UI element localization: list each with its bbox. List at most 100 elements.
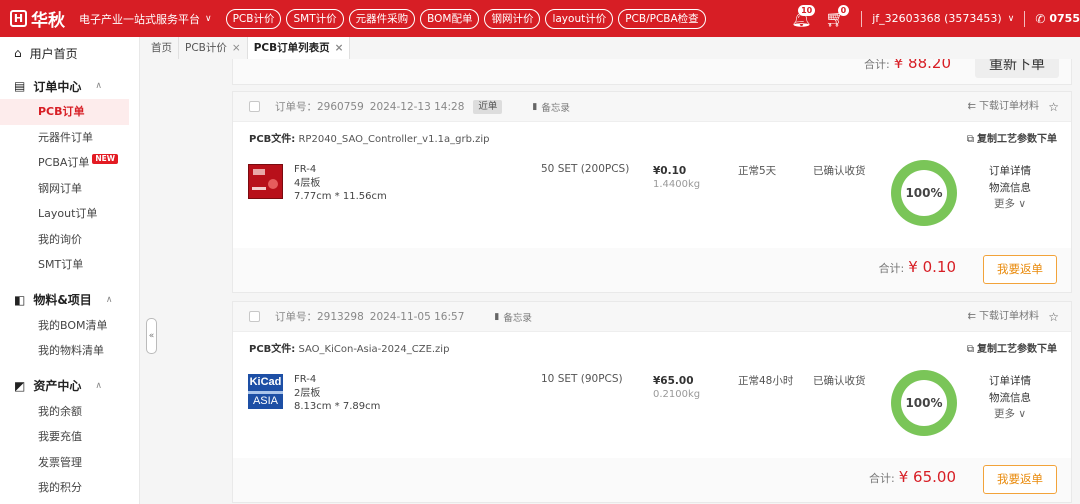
sidebar-item-pcba-orders[interactable]: PCBA订单 NEW [0,150,139,176]
copy-params-button[interactable]: ⧉ 复制工艺参数下单 [967,338,1057,362]
sidebar-item-my-points[interactable]: 我的积分 [0,475,139,501]
sidebar-item-my-balance[interactable]: 我的余额 [0,399,139,425]
pcb-thumbnail[interactable] [248,164,283,199]
order-detail-row: FR-4 4层板 7.77cm * 11.56cm 50 SET (200PCS… [233,152,1071,234]
favorite-star-icon[interactable]: ☆ [1048,92,1059,122]
memo-button[interactable]: ▮ 备忘录 [532,100,569,114]
reorder-button[interactable]: 我要返单 [983,465,1057,494]
more-dropdown[interactable]: 更多 ∨ [989,406,1031,423]
order-total: 合计: ¥ 65.00 [869,468,956,486]
favorite-star-icon[interactable]: ☆ [1048,302,1059,332]
platform-menu[interactable]: 电子产业一站式服务平台 ∨ [79,11,212,27]
tab-home[interactable]: 首页 [145,37,179,59]
order-status: 已确认收货 [813,165,866,177]
order-date: 2024-12-13 14:28 [369,100,465,113]
sidebar-item-layout-orders[interactable]: Layout订单 [0,201,139,227]
cart-count-badge: 0 [837,4,850,16]
sidebar-group-label: 资产中心 [33,379,82,393]
material: FR-4 [294,374,317,385]
tab-pcb-quote[interactable]: PCB计价 × [179,37,248,59]
logo-icon: H [10,10,27,27]
copy-label: 复制工艺参数下单 [977,344,1057,355]
chevron-up-icon: ∧ [95,380,102,391]
sidebar-item-home[interactable]: ⌂ 用户首页 [0,39,139,67]
order-actions: 订单详情 物流信息 更多 ∨ [989,163,1031,213]
cart-button[interactable]: 🛒︎ 0 [825,4,850,29]
file-name[interactable]: SAO_KiCon-Asia-2024_CZE.zip [298,344,449,355]
order-number: 订单号：2960759 [275,101,364,113]
material: FR-4 [294,164,317,175]
close-icon[interactable]: × [335,42,344,54]
total-label: 合计: [878,262,905,275]
tab-label: PCB计价 [185,42,227,54]
sidebar-item-label: 用户首页 [29,46,78,61]
sidebar-item-component-orders[interactable]: 元器件订单 [0,125,139,151]
board-spec: FR-4 4层板 7.77cm * 11.56cm [294,163,387,204]
sidebar-item-stencil-orders[interactable]: 钢网订单 [0,176,139,202]
chevron-up-icon: ∧ [105,294,113,305]
logistics-link[interactable]: 物流信息 [989,180,1031,197]
nav-bom[interactable]: BOM配单 [420,8,480,29]
sidebar-group-label: 物料&项目 [33,293,92,307]
nav-smt-quote[interactable]: SMT计价 [286,8,344,29]
order-detail-link[interactable]: 订单详情 [989,373,1031,390]
order-date: 2024-11-05 16:57 [369,310,465,323]
more-dropdown[interactable]: 更多 ∨ [989,196,1031,213]
copy-label: 复制工艺参数下单 [977,134,1057,145]
sidebar-item-pcb-orders[interactable]: PCB订单 [0,99,129,125]
order-number: 订单号：2913298 [275,311,364,323]
total-amount: ¥ 0.10 [908,258,956,276]
file-label: PCB文件: [249,344,296,355]
sidebar-group-assets[interactable]: ◩ 资产中心 ∧ [0,373,139,399]
assets-icon: ◩ [14,378,26,393]
tab-label: PCB订单列表页 [253,42,330,54]
nav-layout-quote[interactable]: layout计价 [545,8,614,29]
download-materials-button[interactable]: ⇇ 下载订单材料 [968,302,1039,332]
close-icon[interactable]: × [232,42,241,54]
brand-logo[interactable]: H 华秋 [10,6,65,31]
memo-button[interactable]: ▮ 备忘录 [494,310,531,324]
nav-components[interactable]: 元器件采购 [348,8,416,29]
sidebar-item-invoices[interactable]: 发票管理 [0,450,139,476]
reorder-button[interactable]: 重新下单 [975,59,1059,78]
download-icon: ⇇ [967,311,976,322]
sidebar-item-my-bom[interactable]: 我的BOM清单 [0,313,139,339]
order-total: 合计: ¥ 0.10 [879,258,956,276]
order-footer: 合计: ¥ 0.10 我要返单 [233,248,1071,292]
tab-label: 首页 [151,42,172,54]
nav-pcb-quote[interactable]: PCB计价 [225,8,282,29]
sidebar-item-my-inquiries[interactable]: 我的询价 [0,227,139,253]
file-name[interactable]: RP2040_SAO_Controller_v1.1a_grb.zip [298,134,489,145]
tab-pcb-order-list[interactable]: PCB订单列表页 × [247,37,351,59]
order-detail-link[interactable]: 订单详情 [989,163,1031,180]
chevron-down-icon: ∨ [1007,13,1015,24]
sidebar-item-my-materials[interactable]: 我的物料清单 [0,338,139,364]
pcb-thumbnail[interactable]: KiCad ASIA [248,374,283,409]
top-bar: H 华秋 电子产业一站式服务平台 ∨ PCB计价 SMT计价 元器件采购 BOM… [0,0,1080,37]
nav-pcb-check[interactable]: PCB/PCBA检查 [618,8,706,29]
sidebar-item-smt-orders[interactable]: SMT订单 [0,252,139,278]
logistics-link[interactable]: 物流信息 [989,390,1031,407]
progress-value: 100% [901,170,947,216]
order-checkbox[interactable] [249,311,260,322]
chevron-down-icon: ∨ [205,13,212,24]
progress-ring: 100% [891,370,957,436]
sidebar-group-orders[interactable]: ▤ 订单中心 ∧ [0,73,139,99]
copy-icon: ⧉ [966,134,974,145]
hotline-number: 0755 [1049,12,1080,25]
thumb-text: ASIA [248,394,283,409]
progress-value: 100% [901,380,947,426]
orders-icon: ▤ [14,79,26,93]
sidebar-collapse-button[interactable]: « [146,318,157,354]
sidebar-item-recharge[interactable]: 我要充值 [0,424,139,450]
order-checkbox[interactable] [249,101,260,112]
copy-params-button[interactable]: ⧉ 复制工艺参数下单 [967,128,1057,152]
user-menu[interactable]: jf_32603368 (3573453) [872,12,1002,25]
more-label: 更多 [993,408,1015,420]
reorder-button[interactable]: 我要返单 [983,255,1057,284]
sidebar-group-materials[interactable]: ◧ 物料&项目 ∧ [0,287,139,313]
download-materials-button[interactable]: ⇇ 下载订单材料 [968,92,1039,122]
message-button[interactable]: 🔔︎ 10 [791,4,816,29]
order-header: 订单号：2913298 2024-11-05 16:57 ▮ 备忘录 ⇇ 下载订单材… [233,302,1071,332]
nav-stencil-quote[interactable]: 钢网计价 [484,8,541,29]
